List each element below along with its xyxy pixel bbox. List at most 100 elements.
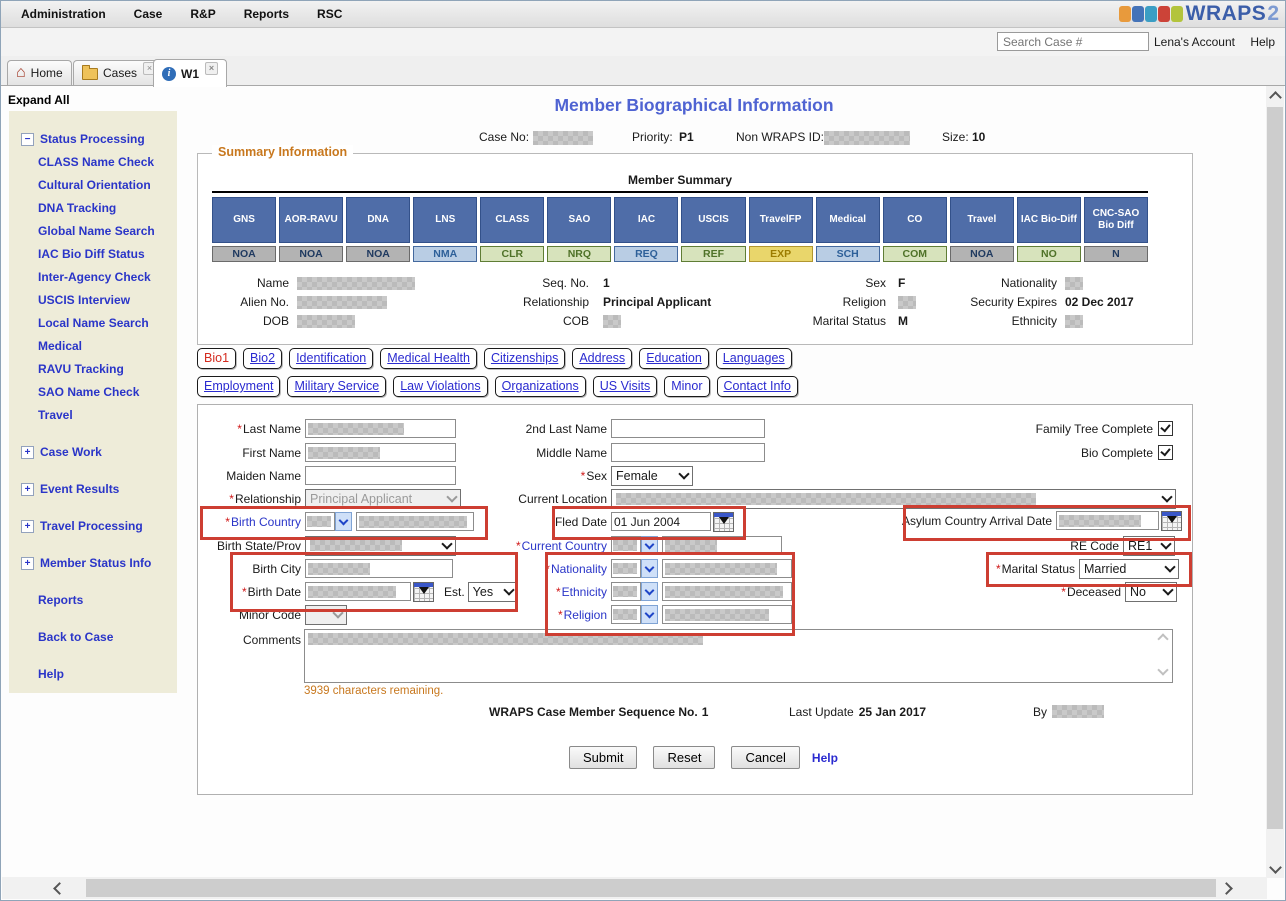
religion-dropdown-button[interactable] xyxy=(641,605,658,624)
fled-date-input[interactable]: 01 Jun 2004 xyxy=(611,512,711,531)
sidebar-item-iac-bio-diff-status[interactable]: IAC Bio Diff Status xyxy=(21,246,177,262)
expand-icon[interactable]: + xyxy=(21,557,34,570)
horizontal-scrollbar[interactable] xyxy=(2,877,1267,899)
birth-state-select[interactable] xyxy=(305,536,456,556)
horizontal-scroll-thumb[interactable] xyxy=(86,879,1216,897)
marital-status-select[interactable]: Married xyxy=(1079,559,1179,579)
birth-date-calendar-button[interactable] xyxy=(413,582,434,602)
comments-textarea[interactable] xyxy=(304,629,1173,683)
ethnicity-dropdown-button[interactable] xyxy=(641,582,658,601)
religion-name-input[interactable] xyxy=(662,605,792,624)
status-badge[interactable]: NMA xyxy=(413,246,477,262)
status-badge[interactable]: NOA xyxy=(212,246,276,262)
status-badge[interactable]: NRQ xyxy=(547,246,611,262)
tab-military-service[interactable]: Military Service xyxy=(287,376,386,397)
sidebar-item-travel-processing[interactable]: +Travel Processing xyxy=(21,518,177,534)
sidebar-item-local-name-search[interactable]: Local Name Search xyxy=(21,315,177,331)
sidebar-item-inter-agency-check[interactable]: Inter-Agency Check xyxy=(21,269,177,285)
status-badge[interactable]: REQ xyxy=(614,246,678,262)
submit-button[interactable]: Submit xyxy=(569,746,637,769)
nationality-dropdown-button[interactable] xyxy=(641,559,658,578)
sidebar-item-cultural-orientation[interactable]: Cultural Orientation xyxy=(21,177,177,193)
menu-rsc[interactable]: RSC xyxy=(317,7,342,21)
status-badge[interactable]: NO xyxy=(1017,246,1081,262)
expand-icon[interactable]: + xyxy=(21,520,34,533)
ethnicity-code-select[interactable] xyxy=(611,582,641,601)
vertical-scrollbar[interactable] xyxy=(1266,86,1284,878)
family-tree-complete-checkbox[interactable] xyxy=(1158,421,1173,436)
birth-country-code-select[interactable] xyxy=(305,512,335,531)
expand-icon[interactable]: + xyxy=(21,483,34,496)
tab-organizations[interactable]: Organizations xyxy=(495,376,586,397)
ethnicity-name-input[interactable] xyxy=(662,582,792,601)
tab-employment[interactable]: Employment xyxy=(197,376,280,397)
sidebar-item-sao-name-check[interactable]: SAO Name Check xyxy=(21,384,177,400)
current-country-dropdown-button[interactable] xyxy=(641,536,658,555)
sidebar-item-event-results[interactable]: +Event Results xyxy=(21,481,177,497)
minor-code-select[interactable] xyxy=(305,605,347,625)
tab-us-visits[interactable]: US Visits xyxy=(593,376,657,397)
collapse-icon[interactable]: − xyxy=(21,133,34,146)
sidebar-item-status-processing[interactable]: −Status Processing xyxy=(21,131,177,147)
status-badge[interactable]: SCH xyxy=(816,246,880,262)
second-last-name-input[interactable] xyxy=(611,419,765,438)
bio-complete-checkbox[interactable] xyxy=(1158,445,1173,460)
middle-name-input[interactable] xyxy=(611,443,765,462)
tab-home[interactable]: ⌂ Home xyxy=(7,60,72,85)
sidebar-item-help[interactable]: Help xyxy=(21,666,177,682)
current-location-select[interactable] xyxy=(611,489,1176,509)
sidebar-item-class-name-check[interactable]: CLASS Name Check xyxy=(21,154,177,170)
sidebar-item-ravu-tracking[interactable]: RAVU Tracking xyxy=(21,361,177,377)
asylum-arrival-date-input[interactable] xyxy=(1056,511,1159,530)
sex-select[interactable]: Female xyxy=(611,466,693,486)
sidebar-item-member-status-info[interactable]: +Member Status Info xyxy=(21,555,177,571)
birth-city-input[interactable] xyxy=(305,559,453,578)
sidebar-item-global-name-search[interactable]: Global Name Search xyxy=(21,223,177,239)
scroll-up-button[interactable] xyxy=(1266,86,1284,104)
birth-country-dropdown-button[interactable] xyxy=(335,512,352,531)
status-badge[interactable]: NOA xyxy=(279,246,343,262)
tab-bio2[interactable]: Bio2 xyxy=(243,348,282,369)
help-link-top[interactable]: Help xyxy=(1250,35,1275,49)
tab-minor[interactable]: Minor xyxy=(664,376,709,397)
fled-date-calendar-button[interactable] xyxy=(713,512,734,532)
menu-reports[interactable]: Reports xyxy=(244,7,289,21)
sidebar-item-reports[interactable]: Reports xyxy=(21,592,177,608)
status-badge[interactable]: EXP xyxy=(749,246,813,262)
tab-education[interactable]: Education xyxy=(639,348,709,369)
sidebar-item-case-work[interactable]: +Case Work xyxy=(21,444,177,460)
cancel-button[interactable]: Cancel xyxy=(731,746,799,769)
tab-w1[interactable]: i W1 × xyxy=(153,59,227,87)
sidebar-item-medical[interactable]: Medical xyxy=(21,338,177,354)
current-country-code-select[interactable] xyxy=(611,536,641,555)
scroll-right-button[interactable] xyxy=(1213,877,1243,899)
scroll-up-icon[interactable] xyxy=(1157,633,1168,644)
menu-rp[interactable]: R&P xyxy=(190,7,215,21)
last-name-input[interactable] xyxy=(305,419,456,438)
search-case-input[interactable] xyxy=(997,32,1149,51)
tab-law-violations[interactable]: Law Violations xyxy=(393,376,487,397)
status-badge[interactable]: NOA xyxy=(950,246,1014,262)
birth-country-name-input[interactable] xyxy=(356,512,474,531)
relationship-select[interactable]: Principal Applicant xyxy=(305,489,461,509)
status-badge[interactable]: REF xyxy=(681,246,745,262)
tab-cases[interactable]: Cases × xyxy=(73,60,165,85)
sidebar-item-back-to-case[interactable]: Back to Case xyxy=(21,629,177,645)
first-name-input[interactable] xyxy=(305,443,456,462)
current-country-name-input[interactable] xyxy=(662,536,782,555)
tab-citizenships[interactable]: Citizenships xyxy=(484,348,565,369)
re-code-select[interactable]: RE1 xyxy=(1123,536,1175,556)
status-badge[interactable]: COM xyxy=(883,246,947,262)
tab-address[interactable]: Address xyxy=(572,348,632,369)
reset-button[interactable]: Reset xyxy=(653,746,715,769)
religion-code-select[interactable] xyxy=(611,605,641,624)
birth-date-input[interactable] xyxy=(305,582,411,601)
menu-administration[interactable]: Administration xyxy=(21,7,106,21)
asylum-arrival-date-calendar-button[interactable] xyxy=(1161,511,1182,531)
nationality-name-input[interactable] xyxy=(662,559,792,578)
help-link[interactable]: Help xyxy=(812,751,838,765)
sidebar-item-uscis-interview[interactable]: USCIS Interview xyxy=(21,292,177,308)
sidebar-item-travel[interactable]: Travel xyxy=(21,407,177,423)
status-badge[interactable]: CLR xyxy=(480,246,544,262)
account-link[interactable]: Lena's Account xyxy=(1154,35,1235,49)
